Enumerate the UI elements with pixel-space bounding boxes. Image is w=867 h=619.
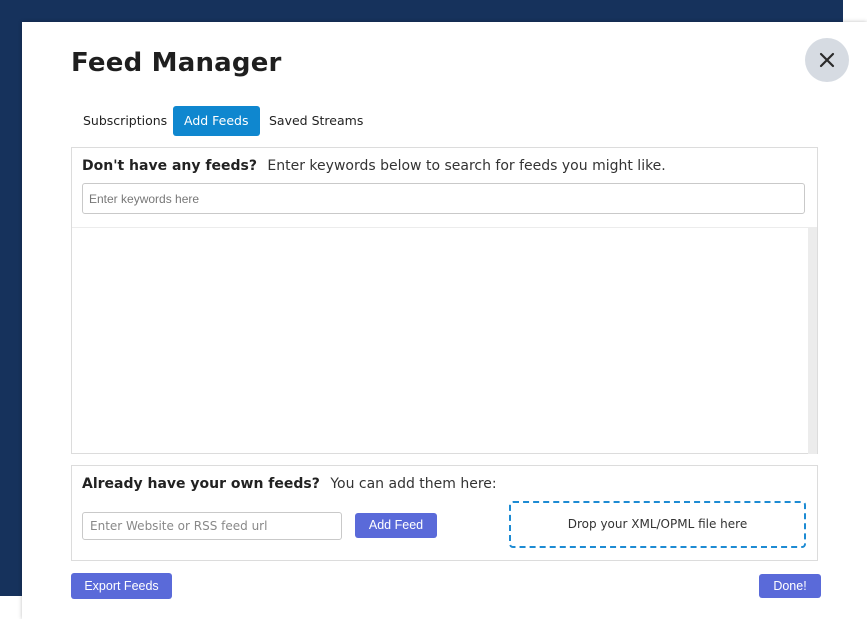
tab-subscriptions[interactable]: Subscriptions [72,106,178,136]
own-feeds-panel: Already have your own feeds? You can add… [71,465,818,561]
add-feed-button[interactable]: Add Feed [355,513,437,538]
feed-search-panel: Don't have any feeds? Enter keywords bel… [71,147,818,454]
results-scrollbar[interactable] [808,228,817,454]
tab-saved-streams[interactable]: Saved Streams [258,106,374,136]
search-results-list[interactable] [72,227,817,454]
close-button[interactable] [805,38,849,82]
search-hint: Don't have any feeds? Enter keywords bel… [82,158,666,174]
feed-manager-dialog: Feed Manager Subscriptions Add Feeds Sav… [22,22,867,619]
close-icon [819,52,835,68]
search-description: Enter keywords below to search for feeds… [267,158,666,174]
own-feeds-heading: Already have your own feeds? [82,476,320,492]
feed-url-input[interactable] [82,512,342,540]
dialog-title: Feed Manager [71,48,282,78]
own-feeds-description: You can add them here: [330,476,497,492]
own-feeds-hint: Already have your own feeds? You can add… [82,476,497,492]
tab-add-feeds[interactable]: Add Feeds [173,106,260,136]
keyword-search-input[interactable] [82,183,805,214]
export-feeds-button[interactable]: Export Feeds [71,573,172,599]
opml-drop-zone[interactable]: Drop your XML/OPML file here [509,501,806,548]
search-heading: Don't have any feeds? [82,158,257,174]
done-button[interactable]: Done! [759,574,821,598]
